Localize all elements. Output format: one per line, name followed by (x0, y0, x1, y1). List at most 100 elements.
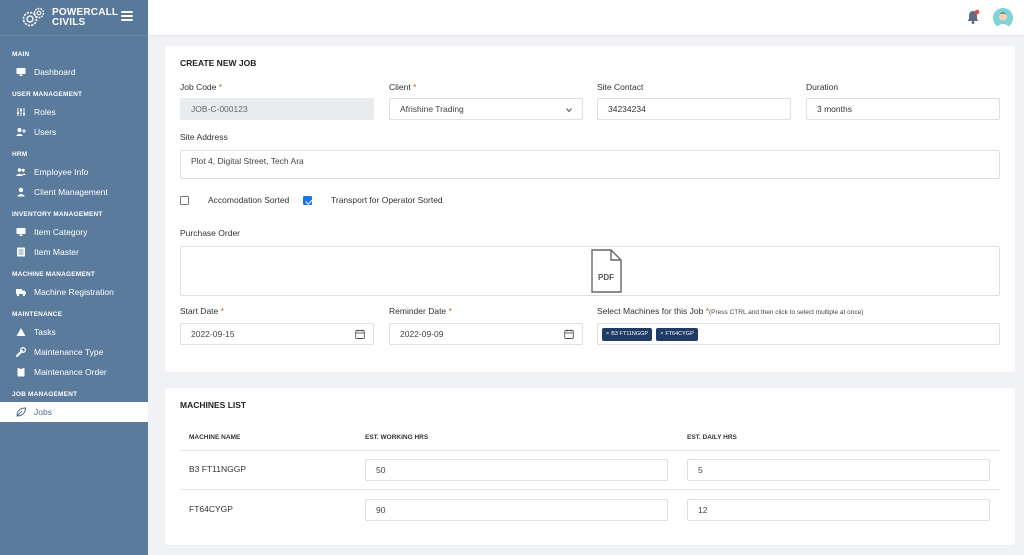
sidebar: POWERCALL CIVILS MAIN Dashboard USER MAN… (0, 0, 148, 555)
job-code-field: JOB-C-000123 (180, 98, 374, 120)
sidebar-item-roles[interactable]: Roles (0, 102, 148, 122)
sidebar-item-label: Roles (34, 107, 56, 117)
client-label: Client * (389, 82, 417, 92)
list-icon (16, 247, 26, 257)
machine-tag[interactable]: × B3 FT11NGGP (602, 327, 653, 341)
site-contact-label: Site Contact (597, 82, 644, 92)
column-header-daily-hrs: EST. DAILY HRS (687, 434, 737, 441)
sidebar-item-tasks[interactable]: Tasks (0, 322, 148, 342)
chevron-down-icon (566, 108, 572, 113)
duration-label: Duration (806, 82, 839, 92)
row-divider (180, 489, 1000, 490)
machines-list-card: MACHINES LIST MACHINE NAME EST. WORKING … (165, 388, 1015, 545)
bell-icon[interactable] (966, 9, 980, 25)
nav-section-main: MAIN (12, 51, 30, 58)
sidebar-item-label: Employee Info (34, 167, 89, 177)
brand-line-2: CIVILS (52, 16, 86, 28)
sidebar-item-label: Client Management (34, 187, 108, 197)
sidebar-item-item-category[interactable]: Item Category (0, 222, 148, 242)
daily-hrs-input[interactable]: 12 (687, 499, 990, 521)
machine-name-cell: B3 FT11NGGP (189, 464, 246, 474)
sidebar-item-label: Jobs (34, 407, 52, 417)
sliders-icon (16, 107, 26, 117)
monitor-icon (16, 67, 26, 77)
sidebar-item-label: Machine Registration (34, 287, 114, 297)
accommodation-checkbox[interactable] (180, 196, 189, 205)
sidebar-item-label: Item Category (34, 227, 88, 237)
machines-multiselect[interactable]: × B3 FT11NGGP × FT64CYGP (597, 323, 1000, 345)
reminder-date-input[interactable]: 2022-09-09 (389, 323, 583, 345)
sidebar-item-label: Users (34, 127, 57, 137)
nav-section-job-management: JOB MANAGEMENT (12, 391, 78, 398)
user-plus-icon (16, 127, 26, 137)
monitor-icon (16, 227, 26, 237)
sidebar-item-label: Item Master (34, 247, 79, 257)
user-icon (16, 187, 26, 197)
topbar (148, 0, 1024, 36)
column-header-machine-name: MACHINE NAME (189, 434, 241, 441)
truck-icon (16, 287, 26, 297)
accommodation-label: Accomodation Sorted (208, 195, 290, 205)
select-machines-label: Select Machines for this Job *(Press CTR… (597, 306, 864, 316)
purchase-order-upload[interactable]: PDF (180, 246, 1000, 296)
brand-line-1: POWERCALL (52, 6, 119, 18)
site-address-label: Site Address (180, 132, 228, 142)
daily-hrs-input[interactable]: 5 (687, 459, 990, 481)
start-date-label: Start Date * (180, 306, 224, 316)
sidebar-item-label: Maintenance Type (34, 347, 104, 357)
sidebar-item-jobs[interactable]: Jobs (0, 402, 148, 422)
client-select[interactable]: Afrishine Trading (389, 98, 583, 120)
site-address-textarea[interactable]: Plot 4, Digital Street, Tech Ara (180, 150, 1000, 179)
sidebar-item-label: Tasks (34, 327, 56, 337)
nav-section-user-management: USER MANAGEMENT (12, 91, 83, 98)
machine-tag-label: FT64CYGP (665, 331, 694, 337)
machine-tag-label: B3 FT11NGGP (611, 331, 649, 337)
sidebar-item-item-master[interactable]: Item Master (0, 242, 148, 262)
calendar-icon[interactable] (564, 329, 574, 339)
working-hrs-input[interactable]: 90 (365, 499, 668, 521)
sidebar-nav: MAIN Dashboard USER MANAGEMENT Roles Use… (0, 36, 148, 422)
leaf-icon (16, 407, 26, 417)
duration-input[interactable]: 3 months (806, 98, 1000, 120)
menu-toggle-icon[interactable] (121, 11, 133, 21)
column-header-working-hrs: EST. WORKING HRS (365, 434, 429, 441)
create-job-card: CREATE NEW JOB Job Code * Client * Site … (165, 46, 1015, 372)
job-code-label: Job Code * (180, 82, 223, 92)
working-hrs-input[interactable]: 50 (365, 459, 668, 481)
calendar-icon[interactable] (355, 329, 365, 339)
reminder-date-value: 2022-09-09 (400, 329, 444, 339)
sidebar-item-maintenance-order[interactable]: Maintenance Order (0, 362, 148, 382)
wrench-icon (16, 347, 26, 357)
purchase-order-label: Purchase Order (180, 228, 240, 238)
avatar[interactable] (993, 8, 1013, 28)
machine-tag[interactable]: × FT64CYGP (656, 327, 698, 341)
transport-checkbox[interactable] (303, 196, 312, 205)
reminder-date-label: Reminder Date * (389, 306, 452, 316)
row-divider (180, 450, 1000, 451)
brand-name: POWERCALL CIVILS (52, 6, 119, 28)
nav-section-machine-management: MACHINE MANAGEMENT (12, 271, 96, 278)
sidebar-item-maintenance-type[interactable]: Maintenance Type (0, 342, 148, 362)
sidebar-item-client-management[interactable]: Client Management (0, 182, 148, 202)
triangle-icon (16, 327, 26, 337)
sidebar-item-dashboard[interactable]: Dashboard (0, 62, 148, 82)
sidebar-item-employee-info[interactable]: Employee Info (0, 162, 148, 182)
client-selected-value: Afrishine Trading (400, 104, 464, 114)
machine-name-cell: FT64CYGP (189, 504, 233, 514)
sidebar-item-users[interactable]: Users (0, 122, 148, 142)
pdf-file-label: PDF (598, 273, 614, 282)
pdf-file-icon: PDF (591, 249, 622, 293)
remove-tag-icon[interactable]: × (606, 331, 609, 337)
start-date-input[interactable]: 2022-09-15 (180, 323, 374, 345)
users-icon (16, 167, 26, 177)
clipboard-icon (16, 367, 26, 377)
start-date-value: 2022-09-15 (191, 329, 235, 339)
gear-logo-icon (22, 7, 45, 26)
nav-section-maintenance: MAINTENANCE (12, 311, 63, 318)
nav-section-hrm: HRM (12, 151, 28, 158)
create-job-title: CREATE NEW JOB (180, 58, 257, 68)
remove-tag-icon[interactable]: × (660, 331, 663, 337)
sidebar-item-machine-registration[interactable]: Machine Registration (0, 282, 148, 302)
site-contact-input[interactable]: 34234234 (597, 98, 791, 120)
sidebar-item-label: Maintenance Order (34, 367, 107, 377)
